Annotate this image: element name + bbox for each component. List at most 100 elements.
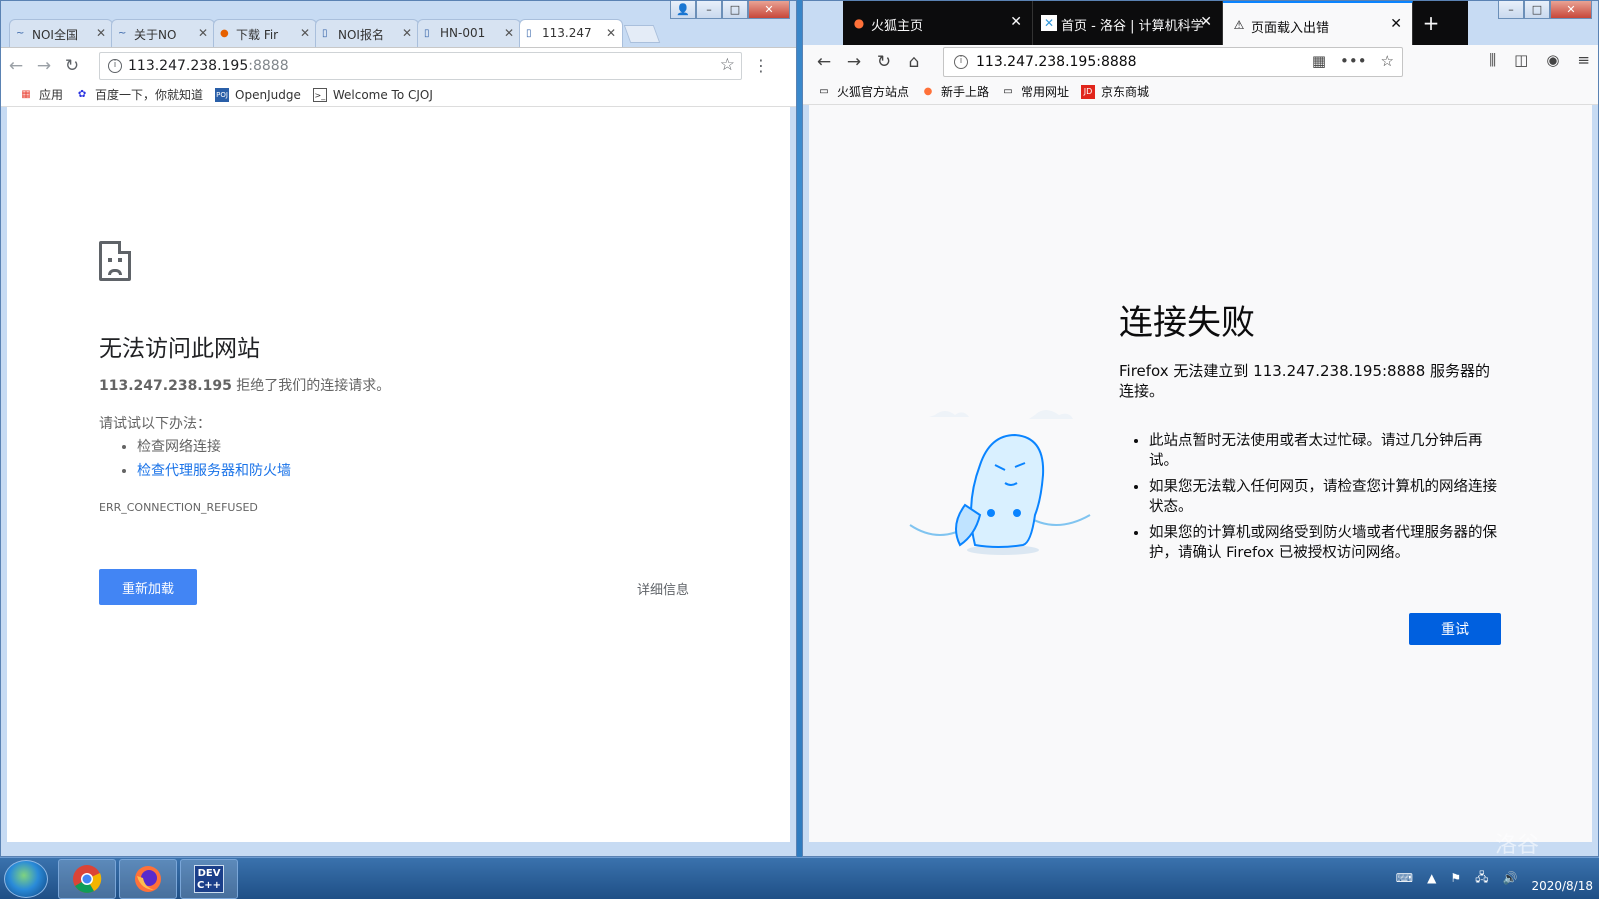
firefox-tab-strip: ● 火狐主页 ✕ ✕ 首页 - 洛谷 | 计算机科学 ✕ ⚠ 页面载入出错 ✕ + bbox=[843, 1, 1468, 45]
account-icon[interactable]: ◉ bbox=[1546, 51, 1559, 69]
bookmark-baidu[interactable]: ✿ 百度一下，你就知道 bbox=[75, 86, 203, 103]
try-heading: 请试试以下办法： bbox=[99, 416, 211, 432]
close-window-button[interactable]: ✕ bbox=[1550, 1, 1592, 19]
bookmark-jd[interactable]: JD 京东商城 bbox=[1081, 83, 1149, 100]
details-button[interactable]: 详细信息 bbox=[637, 579, 689, 598]
tab-hn[interactable]: ▯ HN-001 ✕ bbox=[417, 19, 521, 47]
maximize-button[interactable]: □ bbox=[722, 1, 748, 19]
suggestion-item: 检查网络连接 bbox=[137, 435, 291, 459]
forward-button[interactable]: → bbox=[31, 53, 57, 79]
star-icon[interactable]: ☆ bbox=[1381, 52, 1394, 70]
close-icon[interactable]: ✕ bbox=[96, 26, 106, 40]
error-title: 无法访问此网站 bbox=[99, 336, 260, 362]
close-window-button[interactable]: ✕ bbox=[748, 1, 790, 19]
tab-label: HN-001 bbox=[440, 26, 486, 40]
qr-code-icon[interactable]: ▦ bbox=[1312, 52, 1326, 70]
folder-icon: ▭ bbox=[819, 85, 829, 97]
system-tray: ⌨ ▲ ⚑ 🖧 🔊 2020/8/18 bbox=[1396, 862, 1593, 894]
reload-icon[interactable]: ↻ bbox=[59, 53, 85, 79]
reason-item: 如果您的计算机或网络受到防火墙或者代理服务器的保护，请确认 Firefox 已被… bbox=[1149, 523, 1507, 563]
tab-luogu[interactable]: ✕ 首页 - 洛谷 | 计算机科学 ✕ bbox=[1033, 1, 1223, 45]
error-description: Firefox 无法建立到 113.247.238.195:8888 服务器的连… bbox=[1119, 362, 1491, 400]
bookmark-getting-started[interactable]: ● 新手上路 bbox=[921, 83, 989, 100]
tab-firefox-download[interactable]: ● 下载 Fir ✕ bbox=[213, 19, 317, 47]
home-icon[interactable]: ⌂ bbox=[899, 47, 929, 77]
close-icon[interactable]: ✕ bbox=[198, 26, 208, 40]
back-button[interactable]: ← bbox=[809, 47, 839, 77]
clock-date: 2020/8/18 bbox=[1531, 879, 1593, 893]
volume-icon[interactable]: 🔊 bbox=[1503, 871, 1518, 885]
noi-icon: ~ bbox=[118, 28, 127, 39]
bookmark-openjudge[interactable]: POJ OpenJudge bbox=[215, 87, 301, 102]
taskbar-firefox[interactable] bbox=[119, 859, 177, 899]
firefox-bookmarks-bar: ▭ 火狐官方站点 ● 新手上路 ▭ 常用网址 JD 京东商城 bbox=[803, 79, 1598, 105]
firefox-icon: ● bbox=[220, 28, 229, 39]
close-icon[interactable]: ✕ bbox=[1010, 14, 1022, 30]
baidu-paw-icon: ✿ bbox=[77, 88, 87, 100]
minimize-button[interactable]: – bbox=[1498, 1, 1524, 19]
minimize-button[interactable]: – bbox=[696, 1, 722, 19]
new-tab-button[interactable]: + bbox=[1413, 1, 1449, 45]
bookmark-label: Welcome To CJOJ bbox=[332, 87, 433, 102]
menu-icon[interactable]: ⋮ bbox=[753, 56, 769, 75]
clock[interactable]: 2020/8/18 bbox=[1531, 862, 1593, 894]
error-title: 连接失败 bbox=[1119, 303, 1255, 343]
sad-page-icon bbox=[99, 241, 131, 281]
bookmark-label: 京东商城 bbox=[1101, 85, 1150, 99]
taskbar-chrome[interactable] bbox=[58, 859, 116, 899]
library-icon[interactable]: ⫼ bbox=[1489, 51, 1496, 69]
jd-icon: JD bbox=[1081, 84, 1096, 99]
reload-icon[interactable]: ↻ bbox=[869, 47, 899, 77]
luogu-icon: ✕ bbox=[1041, 15, 1057, 31]
user-icon[interactable]: 👤 bbox=[670, 1, 696, 19]
close-icon[interactable]: ✕ bbox=[504, 26, 514, 40]
info-icon[interactable]: i bbox=[954, 55, 968, 69]
maximize-button[interactable]: □ bbox=[1524, 1, 1550, 19]
close-icon[interactable]: ✕ bbox=[300, 26, 310, 40]
new-tab-button[interactable] bbox=[623, 25, 661, 43]
error-message-text: 拒绝了我们的连接请求。 bbox=[231, 378, 391, 394]
tab-label: 火狐主页 bbox=[871, 19, 924, 34]
firefox-icon bbox=[135, 866, 161, 892]
bookmark-firefox-official[interactable]: ▭ 火狐官方站点 bbox=[817, 83, 909, 100]
tab-active-ip[interactable]: ▯ 113.247 ✕ bbox=[519, 19, 623, 47]
bookmark-cjoj[interactable]: >_ Welcome To CJOJ bbox=[312, 87, 433, 102]
chrome-window-controls: 👤 – □ ✕ bbox=[670, 1, 790, 21]
forward-button[interactable]: → bbox=[839, 47, 869, 77]
address-bar[interactable]: i 113.247.238.195:8888 ☆ bbox=[99, 52, 742, 80]
close-icon[interactable]: ✕ bbox=[1200, 14, 1212, 30]
retry-button[interactable]: 重试 bbox=[1409, 613, 1501, 645]
tab-firefox-home[interactable]: ● 火狐主页 ✕ bbox=[843, 1, 1033, 45]
proxy-firewall-link[interactable]: 检查代理服务器和防火墙 bbox=[137, 463, 291, 479]
openjudge-icon: POJ bbox=[215, 87, 230, 102]
info-icon[interactable]: i bbox=[108, 59, 122, 73]
close-icon[interactable]: ✕ bbox=[606, 26, 616, 40]
keyboard-icon[interactable]: ⌨ bbox=[1396, 871, 1413, 885]
network-icon[interactable]: 🖧 bbox=[1475, 868, 1488, 889]
tab-load-error[interactable]: ⚠ 页面载入出错 ✕ bbox=[1223, 1, 1413, 45]
close-icon[interactable]: ✕ bbox=[1390, 16, 1402, 32]
bookmark-common-sites[interactable]: ▭ 常用网址 bbox=[1001, 83, 1069, 100]
reason-text: 如果您的计算机或网络受到防火墙或者代理服务器的保护，请确认 Firefox 已被… bbox=[1149, 525, 1497, 561]
taskbar-dev-cpp[interactable]: DEV C++ bbox=[180, 859, 238, 899]
back-button[interactable]: ← bbox=[3, 53, 29, 79]
action-center-flag-icon[interactable]: ⚑ bbox=[1450, 871, 1461, 885]
tab-noi-signup[interactable]: ▯ NOI报名 ✕ bbox=[315, 19, 419, 47]
more-actions-icon[interactable]: ••• bbox=[1340, 52, 1367, 70]
sidebar-icon[interactable]: ◫ bbox=[1514, 51, 1528, 69]
close-icon[interactable]: ✕ bbox=[402, 26, 412, 40]
hamburger-menu-icon[interactable]: ≡ bbox=[1577, 51, 1590, 69]
show-hidden-icons-icon[interactable]: ▲ bbox=[1427, 871, 1436, 885]
tab-noi-1[interactable]: ~ NOI全国 ✕ bbox=[9, 19, 113, 47]
address-bar[interactable]: i 113.247.238.195:8888 ▦ ••• ☆ bbox=[943, 47, 1403, 77]
tab-noi-2[interactable]: ~ 关于NO ✕ bbox=[111, 19, 215, 47]
bookmark-apps[interactable]: ▦ 应用 bbox=[19, 86, 63, 103]
tab-label: 首页 - 洛谷 | 计算机科学 bbox=[1061, 19, 1204, 34]
firefox-window-controls: – □ ✕ bbox=[1498, 1, 1592, 21]
reload-button[interactable]: 重新加载 bbox=[99, 569, 197, 605]
star-icon[interactable]: ☆ bbox=[720, 55, 735, 75]
bookmark-label: OpenJudge bbox=[235, 87, 301, 102]
reason-text: 此站点暂时无法使用或者太过忙碌。请过几分钟后再试。 bbox=[1149, 433, 1483, 469]
firefox-icon: ● bbox=[853, 16, 865, 30]
start-button[interactable] bbox=[4, 860, 48, 898]
